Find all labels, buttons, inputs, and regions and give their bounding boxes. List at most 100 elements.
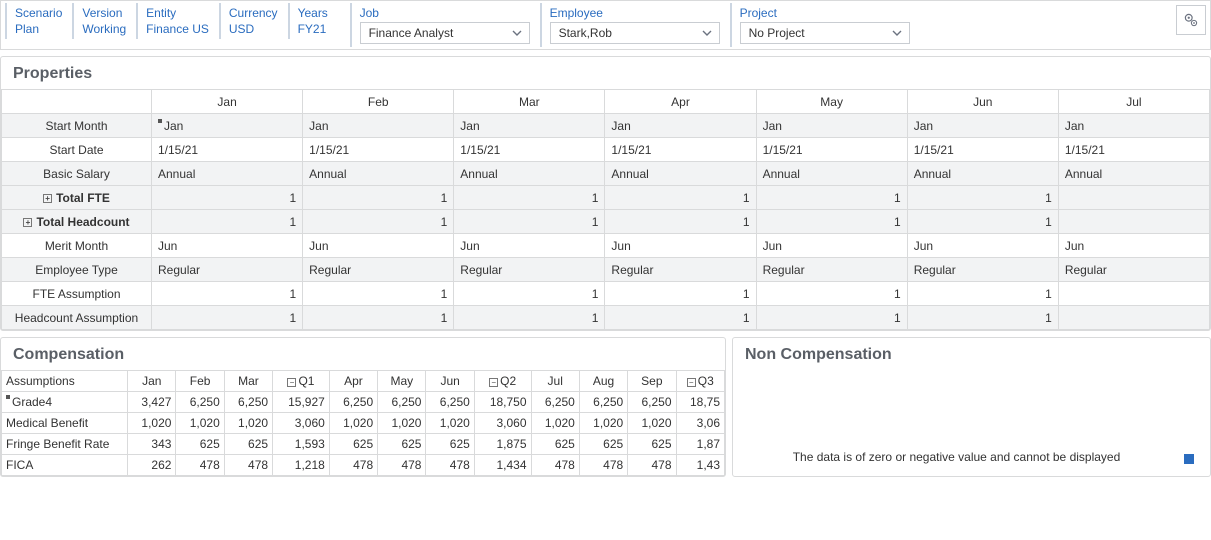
cell[interactable]: Annual: [605, 162, 756, 186]
cell[interactable]: 1,020: [531, 413, 579, 434]
cell[interactable]: 1,020: [378, 413, 426, 434]
cell[interactable]: 1: [605, 210, 756, 234]
cell[interactable]: 625: [378, 434, 426, 455]
cell[interactable]: 478: [579, 455, 627, 476]
cell[interactable]: 1,218: [273, 455, 330, 476]
col-header[interactable]: Jul: [531, 371, 579, 392]
cell[interactable]: 6,250: [329, 392, 377, 413]
settings-button[interactable]: [1176, 5, 1206, 35]
row-header[interactable]: Merit Month: [2, 234, 152, 258]
cell[interactable]: 1/15/21: [1058, 138, 1209, 162]
col-header[interactable]: May: [378, 371, 426, 392]
collapse-icon[interactable]: −: [287, 378, 296, 387]
assumptions-header[interactable]: Assumptions: [2, 371, 128, 392]
row-header[interactable]: +Total Headcount: [2, 210, 152, 234]
cell[interactable]: 1/15/21: [756, 138, 907, 162]
cell[interactable]: 1: [303, 186, 454, 210]
pov-years[interactable]: Years FY21: [288, 3, 350, 39]
cell[interactable]: Jun: [605, 234, 756, 258]
cell[interactable]: 625: [531, 434, 579, 455]
cell[interactable]: Jun: [1058, 234, 1209, 258]
pov-currency[interactable]: Currency USD: [219, 3, 288, 39]
col-header[interactable]: Jul: [1058, 90, 1209, 114]
pov-scenario[interactable]: Scenario Plan: [5, 3, 72, 39]
expand-icon[interactable]: +: [43, 194, 52, 203]
pov-entity[interactable]: Entity Finance US: [136, 3, 219, 39]
cell[interactable]: 625: [426, 434, 474, 455]
cell[interactable]: 1: [303, 210, 454, 234]
cell[interactable]: Annual: [756, 162, 907, 186]
cell[interactable]: 15,927: [273, 392, 330, 413]
cell[interactable]: 1: [152, 186, 303, 210]
cell[interactable]: 6,250: [176, 392, 224, 413]
cell[interactable]: 1,020: [329, 413, 377, 434]
row-header[interactable]: Medical Benefit: [2, 413, 128, 434]
col-header[interactable]: Feb: [176, 371, 224, 392]
cell[interactable]: 6,250: [628, 392, 676, 413]
cell[interactable]: 6,250: [224, 392, 272, 413]
col-header[interactable]: −Q1: [273, 371, 330, 392]
cell[interactable]: 1,434: [474, 455, 531, 476]
cell[interactable]: 6,250: [531, 392, 579, 413]
col-header[interactable]: Aug: [579, 371, 627, 392]
cell[interactable]: 1: [907, 282, 1058, 306]
cell[interactable]: 1: [152, 282, 303, 306]
cell[interactable]: 1: [454, 282, 605, 306]
cell[interactable]: Annual: [152, 162, 303, 186]
row-header[interactable]: +Total FTE: [2, 186, 152, 210]
cell[interactable]: 1: [303, 282, 454, 306]
cell[interactable]: 1,020: [628, 413, 676, 434]
project-select[interactable]: No Project: [740, 22, 910, 44]
cell[interactable]: 3,427: [128, 392, 176, 413]
cell[interactable]: Annual: [454, 162, 605, 186]
cell[interactable]: 6,250: [579, 392, 627, 413]
cell[interactable]: [1058, 306, 1209, 330]
row-header[interactable]: Employee Type: [2, 258, 152, 282]
col-header[interactable]: −Q2: [474, 371, 531, 392]
cell[interactable]: Jan: [152, 114, 303, 138]
cell[interactable]: 478: [531, 455, 579, 476]
cell[interactable]: 6,250: [378, 392, 426, 413]
col-header[interactable]: Mar: [224, 371, 272, 392]
cell[interactable]: 1: [152, 306, 303, 330]
cell[interactable]: [1058, 186, 1209, 210]
compensation-grid[interactable]: Assumptions JanFebMar−Q1AprMayJun−Q2JulA…: [1, 370, 725, 476]
cell[interactable]: Jun: [454, 234, 605, 258]
row-header[interactable]: FTE Assumption: [2, 282, 152, 306]
employee-select[interactable]: Stark,Rob: [550, 22, 720, 44]
cell[interactable]: 1,593: [273, 434, 330, 455]
row-header[interactable]: Start Date: [2, 138, 152, 162]
cell[interactable]: 1,020: [426, 413, 474, 434]
cell[interactable]: 1: [907, 210, 1058, 234]
cell[interactable]: 1: [605, 306, 756, 330]
row-header[interactable]: Grade4: [2, 392, 128, 413]
cell[interactable]: 625: [329, 434, 377, 455]
cell[interactable]: 1: [756, 186, 907, 210]
cell[interactable]: [1058, 282, 1209, 306]
collapse-icon[interactable]: −: [489, 378, 498, 387]
cell[interactable]: Jan: [605, 114, 756, 138]
cell[interactable]: Regular: [1058, 258, 1209, 282]
cell[interactable]: 1: [907, 186, 1058, 210]
cell[interactable]: Jun: [152, 234, 303, 258]
cell[interactable]: Jan: [1058, 114, 1209, 138]
cell[interactable]: 1,875: [474, 434, 531, 455]
cell[interactable]: 1: [756, 306, 907, 330]
cell[interactable]: 1: [756, 282, 907, 306]
cell[interactable]: Regular: [303, 258, 454, 282]
cell[interactable]: 18,750: [474, 392, 531, 413]
cell[interactable]: Regular: [454, 258, 605, 282]
cell[interactable]: Jan: [454, 114, 605, 138]
cell[interactable]: Regular: [907, 258, 1058, 282]
cell[interactable]: Regular: [756, 258, 907, 282]
cell[interactable]: 1: [454, 210, 605, 234]
cell[interactable]: 1/15/21: [907, 138, 1058, 162]
col-header[interactable]: Sep: [628, 371, 676, 392]
pov-version[interactable]: Version Working: [72, 3, 136, 39]
cell[interactable]: Regular: [152, 258, 303, 282]
cell[interactable]: 1,87: [676, 434, 724, 455]
row-header[interactable]: Basic Salary: [2, 162, 152, 186]
cell[interactable]: Jun: [756, 234, 907, 258]
cell[interactable]: 625: [628, 434, 676, 455]
cell[interactable]: 1/15/21: [454, 138, 605, 162]
